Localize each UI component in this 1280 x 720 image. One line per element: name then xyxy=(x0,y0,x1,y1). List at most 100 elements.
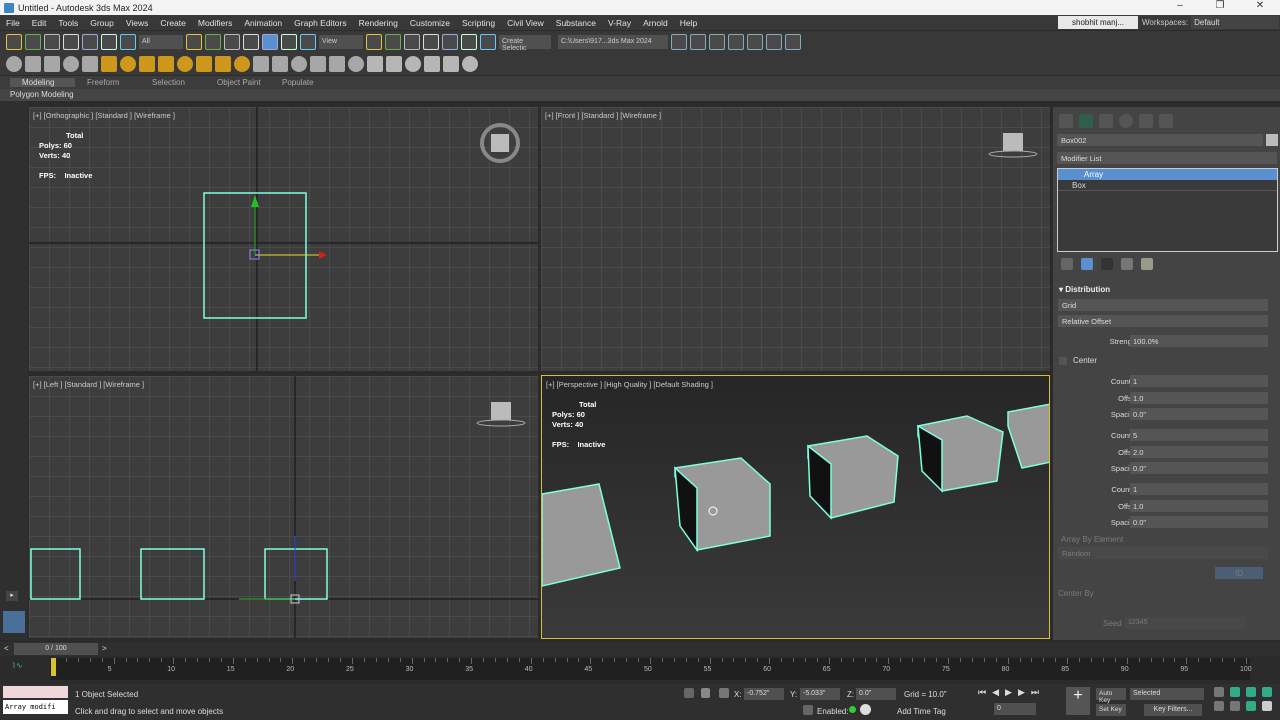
select-by-name-icon[interactable] xyxy=(205,34,221,50)
sun-icon[interactable] xyxy=(215,56,231,72)
ribbon-tab-selection[interactable]: Selection xyxy=(140,78,205,87)
vray-sphere-icon[interactable] xyxy=(367,56,383,72)
light-gem-icon[interactable] xyxy=(158,56,174,72)
maximize-viewport-icon[interactable] xyxy=(1262,701,1272,711)
close-button[interactable]: ✕ xyxy=(1240,0,1280,11)
menu-file[interactable]: File xyxy=(0,18,26,28)
zoom-extents-all-icon[interactable] xyxy=(1262,687,1272,697)
menu-rendering[interactable]: Rendering xyxy=(353,18,404,28)
vray-mtl-icon[interactable] xyxy=(386,56,402,72)
vfb-icon[interactable] xyxy=(443,56,459,72)
light-spot-icon[interactable] xyxy=(177,56,193,72)
pan-icon[interactable] xyxy=(1230,701,1240,711)
x-coordinate-field[interactable]: -0.752" xyxy=(744,688,784,700)
modify-tab-icon[interactable] xyxy=(1079,114,1093,128)
named-selection-icon[interactable] xyxy=(480,34,496,50)
maxscript-input[interactable]: Array modifi xyxy=(3,700,68,714)
configure-modifier-sets-icon[interactable] xyxy=(1141,258,1153,270)
rollout-distribution[interactable]: ▾ Distribution xyxy=(1059,285,1110,294)
placement-icon[interactable] xyxy=(366,34,382,50)
helper-icon[interactable] xyxy=(291,56,307,72)
box-icon[interactable] xyxy=(44,56,60,72)
param-spinner[interactable]: 1 xyxy=(1130,375,1268,387)
current-frame-field[interactable]: 0 xyxy=(994,703,1036,715)
go-to-start-icon[interactable]: ⏮ xyxy=(978,687,986,698)
ribbon-panel-polygon-modeling[interactable]: Polygon Modeling xyxy=(0,89,1280,101)
zoom-extents-icon[interactable] xyxy=(1246,687,1256,697)
reference-coordinate-dropdown[interactable]: View xyxy=(319,35,363,49)
menu-substance[interactable]: Substance xyxy=(550,18,602,28)
vray-logo-icon[interactable] xyxy=(462,56,478,72)
center-checkbox-row[interactable]: Center xyxy=(1059,356,1097,365)
zoom-all-icon[interactable] xyxy=(1230,687,1240,697)
ribbon-tab-object-paint[interactable]: Object Paint xyxy=(205,78,270,87)
select-object-icon[interactable] xyxy=(186,34,202,50)
utilities-tab-icon[interactable] xyxy=(1159,114,1173,128)
pivot-icon[interactable] xyxy=(385,34,401,50)
array-by-element-checkbox[interactable]: Array By Element xyxy=(1061,535,1123,544)
fire-icon[interactable] xyxy=(348,56,364,72)
remove-modifier-icon[interactable] xyxy=(1121,258,1133,270)
menu-animation[interactable]: Animation xyxy=(238,18,288,28)
camera-icon[interactable] xyxy=(82,56,98,72)
ribbon-tab-freeform[interactable]: Freeform xyxy=(75,78,140,87)
selection-lock-icon[interactable] xyxy=(701,688,710,698)
menu-modifiers[interactable]: Modifiers xyxy=(192,18,238,28)
particle-icon[interactable] xyxy=(310,56,326,72)
move-icon[interactable] xyxy=(262,34,278,50)
show-end-result-icon[interactable] xyxy=(1081,258,1093,270)
absolute-mode-icon[interactable] xyxy=(719,688,729,698)
redo-icon[interactable] xyxy=(63,34,79,50)
curve-editor-toggle-icon[interactable]: ⌇∿ xyxy=(12,661,23,670)
random-dropdown[interactable]: Random xyxy=(1058,547,1268,559)
next-frame-icon[interactable]: ▶ xyxy=(1018,687,1025,698)
param-spinner[interactable]: 2.0 xyxy=(1130,446,1268,458)
auto-key-button[interactable]: Auto Key xyxy=(1096,688,1126,704)
project-folder-dropdown[interactable]: C:\Users\917...3ds Max 2024 xyxy=(558,35,668,49)
teapot-icon[interactable] xyxy=(6,56,22,72)
spinner-snap-icon[interactable] xyxy=(461,34,477,50)
unlink-icon[interactable] xyxy=(101,34,117,50)
viewport-layout-icon[interactable] xyxy=(3,611,25,633)
maxscript-listener-output[interactable] xyxy=(3,686,68,698)
ribbon-tab-modeling[interactable]: Modeling xyxy=(10,78,75,87)
zoom-icon[interactable] xyxy=(1214,687,1224,697)
pin-stack-icon[interactable] xyxy=(1061,258,1073,270)
light-bulb-icon[interactable] xyxy=(196,56,212,72)
menu-help[interactable]: Help xyxy=(674,18,703,28)
go-to-end-icon[interactable]: ⏭ xyxy=(1031,687,1039,698)
scale-icon[interactable] xyxy=(300,34,316,50)
scene-explorer-icon[interactable] xyxy=(6,34,22,50)
previous-frame-icon[interactable]: ◀ xyxy=(992,687,999,698)
param-spinner[interactable]: 0.0" xyxy=(1130,462,1268,474)
minimize-button[interactable]: – xyxy=(1160,0,1200,11)
user-account-menu[interactable]: shobhit manj... xyxy=(1058,16,1138,29)
viewport-front[interactable]: [+] [Front ] [Standard ] [Wireframe ] xyxy=(541,107,1050,371)
z-coordinate-field[interactable]: 0.0" xyxy=(856,688,896,700)
expand-layout-button[interactable]: ▸ xyxy=(6,591,18,601)
menu-tools[interactable]: Tools xyxy=(52,18,84,28)
viewport-perspective[interactable]: [+] [Perspective ] [High Quality ] [Defa… xyxy=(541,375,1050,639)
menu-customize[interactable]: Customize xyxy=(404,18,456,28)
create-tab-icon[interactable] xyxy=(1059,114,1073,128)
set-project-icon[interactable] xyxy=(709,34,725,50)
ribbon-tab-populate[interactable]: Populate xyxy=(270,78,335,87)
save-icon[interactable] xyxy=(747,34,763,50)
current-frame-marker[interactable] xyxy=(51,658,56,676)
open-project-icon[interactable] xyxy=(671,34,687,50)
render-icon[interactable] xyxy=(766,34,782,50)
param-spinner[interactable]: 5 xyxy=(1130,429,1268,441)
isolate-selection-icon[interactable] xyxy=(684,688,694,698)
time-tag-icon[interactable] xyxy=(860,704,871,715)
angle-snap-icon[interactable] xyxy=(423,34,439,50)
add-time-tag-button[interactable]: Add Time Tag xyxy=(897,707,946,716)
viewport-left[interactable]: [+] [Left ] [Standard ] [Wireframe ] xyxy=(29,376,538,638)
list-icon[interactable] xyxy=(63,56,79,72)
param-spinner[interactable]: 1.0 xyxy=(1130,500,1268,512)
selection-filter-dropdown[interactable]: All xyxy=(139,35,183,49)
distribution-dropdown[interactable]: Grid xyxy=(1058,299,1268,311)
time-slider[interactable]: 0 / 100 xyxy=(14,643,98,655)
set-key-button[interactable]: Set Key xyxy=(1096,704,1126,716)
enabled-indicator-icon[interactable] xyxy=(849,706,856,713)
object-name-field[interactable]: Box002 xyxy=(1057,134,1263,146)
